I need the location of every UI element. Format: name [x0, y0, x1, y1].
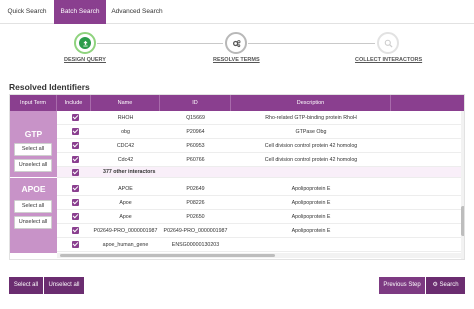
include-checkbox[interactable]: [72, 142, 79, 149]
cell-name: apoe_human_gene: [102, 242, 149, 248]
gtp-select-all-button[interactable]: Select all: [14, 143, 52, 156]
include-checkbox[interactable]: [72, 114, 79, 121]
cell-id: P02650: [186, 214, 205, 220]
input-term-gtp: GTP: [24, 129, 43, 139]
header-blank: [391, 95, 464, 111]
step-design-query[interactable]: [74, 32, 96, 54]
cell-id: ENSG00000130203: [171, 242, 220, 248]
cell-description: GTPase Obg: [295, 129, 327, 135]
cell-id: P20964: [186, 129, 205, 135]
step-label-design-query: DESIGN QUERY: [64, 57, 106, 63]
cell-id: P02649-PRO_0000001987: [163, 228, 228, 234]
resolved-identifiers-table: Input Term Include Name ID Description G…: [9, 94, 465, 260]
include-checkbox[interactable]: [72, 169, 79, 176]
include-checkbox[interactable]: [72, 199, 79, 206]
step-resolve-terms[interactable]: [225, 32, 247, 54]
table-row: CDC42 P60953 Cell division control prote…: [57, 139, 464, 153]
cell-id: P02649: [186, 186, 205, 192]
unselect-all-button[interactable]: Unselect all: [44, 277, 84, 294]
cell-id: P60766: [186, 157, 205, 163]
step-connector: [248, 43, 375, 44]
cell-id: P08226: [186, 200, 205, 206]
tab-advanced-search[interactable]: Advanced Search: [106, 0, 168, 24]
cell-description: Cell division control protein 42 homolog: [264, 143, 358, 149]
page-title: Resolved Identifiers: [9, 82, 90, 92]
search-button[interactable]: ⚙ Search: [426, 277, 465, 294]
gears-icon: ⚙: [432, 282, 438, 288]
include-checkbox[interactable]: [72, 185, 79, 192]
table-row: obg P20964 GTPase Obg: [57, 125, 464, 139]
apoe-unselect-all-button[interactable]: Unselect all: [14, 216, 52, 229]
cell-description: Rho-related GTP-binding protein RhoH: [265, 115, 357, 121]
step-label-resolve-terms: RESOLVE TERMS: [213, 57, 260, 63]
cell-name: obg: [121, 129, 130, 135]
gtp-unselect-all-button[interactable]: Unselect all: [14, 159, 52, 172]
step-connector: [97, 43, 223, 44]
include-checkbox[interactable]: [72, 227, 79, 234]
cell-name: APOE: [118, 186, 133, 192]
gears-icon: [230, 37, 242, 49]
input-term-apoe: APOE: [21, 184, 46, 194]
table-row: Apoe P02650 Apolipoprotein E: [57, 210, 464, 224]
horizontal-scrollbar[interactable]: [57, 253, 461, 258]
table-header: Input Term Include Name ID Description: [10, 95, 464, 111]
cell-name: Cdc42: [117, 157, 134, 163]
cell-description: Apolipoprotein E: [291, 214, 331, 220]
group-cell-apoe: APOE Select all Unselect all: [10, 178, 57, 253]
table-row: P02649-PRO_0000001987 P02649-PRO_0000001…: [57, 224, 464, 238]
cell-description: Cell division control protein 42 homolog: [264, 157, 358, 163]
include-checkbox[interactable]: [72, 156, 79, 163]
horizontal-scroll-thumb[interactable]: [60, 254, 275, 257]
upload-icon: [79, 37, 91, 49]
search-tabs: Quick Search Batch Search Advanced Searc…: [0, 0, 474, 24]
include-checkbox[interactable]: [72, 241, 79, 248]
table-row: apoe_human_gene ENSG00000130203: [57, 238, 464, 252]
cell-description: [231, 238, 391, 252]
cell-name: Apoe: [119, 214, 132, 220]
header-include: Include: [57, 95, 91, 111]
table-row: RHOH Q15669 Rho-related GTP-binding prot…: [57, 111, 464, 125]
header-name: Name: [91, 95, 160, 111]
include-checkbox[interactable]: [72, 213, 79, 220]
cell-id: P60953: [186, 143, 205, 149]
other-interactors-label: 377 other interactors: [103, 169, 156, 175]
tab-batch-search[interactable]: Batch Search: [54, 0, 106, 24]
table-row: APOE P02649 Apolipoprotein E: [57, 182, 464, 196]
step-collect-interactors[interactable]: [377, 32, 399, 54]
table-row: Apoe P08226 Apolipoprotein E: [57, 196, 464, 210]
include-checkbox[interactable]: [72, 128, 79, 135]
cell-description: Apolipoprotein E: [291, 200, 331, 206]
other-interactors-row: 377 other interactors: [57, 167, 464, 178]
wizard-stepper: DESIGN QUERY RESOLVE TERMS COLLECT INTER…: [0, 26, 474, 76]
tab-quick-search[interactable]: Quick Search: [0, 0, 54, 24]
cell-name: P02649-PRO_0000001987: [93, 228, 158, 234]
vertical-scroll-thumb[interactable]: [461, 206, 464, 236]
cell-id: Q15669: [186, 115, 205, 121]
cell-name: RHOH: [117, 115, 134, 121]
search-icon: [382, 37, 394, 49]
select-all-button[interactable]: Select all: [9, 277, 43, 294]
header-id: ID: [160, 95, 231, 111]
group-cell-gtp: GTP Select all Unselect all: [10, 111, 57, 177]
vertical-scrollbar[interactable]: [461, 111, 464, 259]
cell-description: Apolipoprotein E: [291, 228, 331, 234]
cell-name: CDC42: [116, 143, 135, 149]
cell-description: Apolipoprotein E: [291, 186, 331, 192]
header-description: Description: [231, 95, 391, 111]
header-input-term: Input Term: [10, 95, 57, 111]
step-label-collect-interactors: COLLECT INTERACTORS: [355, 57, 423, 63]
previous-step-button[interactable]: Previous Step: [379, 277, 425, 294]
apoe-select-all-button[interactable]: Select all: [14, 200, 52, 213]
search-button-label: Search: [439, 282, 459, 288]
cell-name: Apoe: [119, 200, 132, 206]
table-row: Cdc42 P60766 Cell division control prote…: [57, 153, 464, 167]
